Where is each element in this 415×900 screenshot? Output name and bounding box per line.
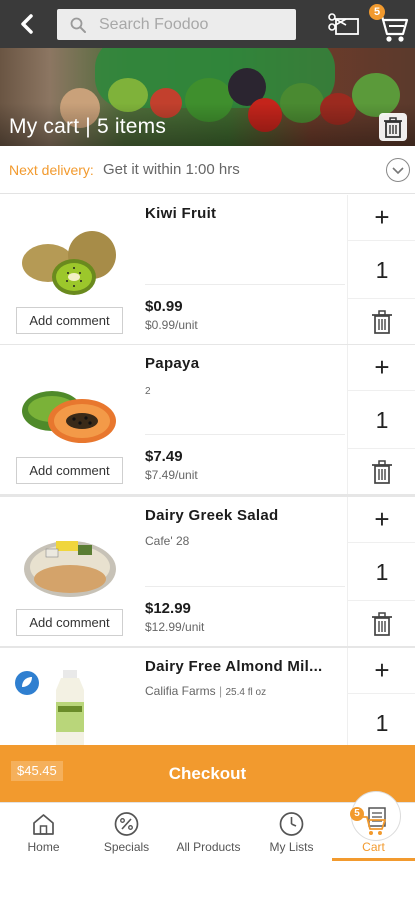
item-subtitle: Califia Farms | 25.4 fl oz bbox=[145, 684, 266, 698]
nav-cart[interactable]: 5 Cart bbox=[332, 803, 415, 861]
cart-hero-banner: My cart | 5 items bbox=[0, 48, 415, 146]
item-name: Dairy Free Almond Mil... bbox=[145, 658, 323, 675]
delivery-value: Get it within 1:00 hrs bbox=[103, 161, 240, 178]
nav-specials[interactable]: Specials bbox=[85, 803, 168, 861]
quantity-stepper: + 1 bbox=[347, 497, 415, 646]
item-quantity: 1 bbox=[348, 694, 415, 752]
increase-quantity-button[interactable]: + bbox=[348, 497, 415, 543]
nav-my-lists[interactable]: My Lists bbox=[250, 803, 333, 861]
item-unit-price: $0.99/unit bbox=[145, 318, 198, 332]
remove-item-trash-icon[interactable] bbox=[370, 611, 394, 637]
quantity-stepper: + 1 bbox=[347, 195, 415, 344]
nav-my-lists-label: My Lists bbox=[269, 840, 314, 854]
greek-salad-image bbox=[18, 529, 122, 601]
item-size: 25.4 fl oz bbox=[225, 687, 267, 698]
cart-item: Add comment Dairy Greek Salad Cafe' 28 $… bbox=[0, 497, 415, 649]
home-icon bbox=[30, 811, 57, 837]
kiwi-fruit-image bbox=[18, 227, 122, 299]
increase-quantity-button[interactable]: + bbox=[348, 195, 415, 241]
increase-quantity-button[interactable]: + bbox=[348, 345, 415, 391]
nav-home-label: Home bbox=[27, 840, 60, 854]
cart-total: $45.45 bbox=[11, 761, 63, 781]
delivery-row[interactable]: Next delivery: Get it within 1:00 hrs bbox=[0, 146, 415, 194]
cart-item: Add comment Kiwi Fruit $0.99 $0.99/unit … bbox=[0, 195, 415, 347]
search-bar[interactable] bbox=[57, 9, 296, 40]
clear-cart-button[interactable] bbox=[379, 113, 407, 141]
quantity-stepper: + 1 bbox=[347, 648, 415, 752]
cart-count-badge: 5 bbox=[369, 4, 385, 20]
checkout-bar[interactable]: Checkout $45.45 bbox=[0, 745, 415, 802]
item-name: Papaya bbox=[145, 355, 200, 372]
item-price: $7.49 bbox=[145, 448, 183, 465]
cart-item: Dairy Free Almond Mil... Califia Farms |… bbox=[0, 648, 415, 752]
coupon-scissors-icon[interactable] bbox=[327, 10, 361, 38]
trash-icon bbox=[384, 117, 402, 138]
top-bar: 5 bbox=[0, 0, 415, 48]
clock-list-icon bbox=[278, 811, 305, 837]
cart-item: Add comment Papaya 2 $7.49 $7.49/unit + … bbox=[0, 345, 415, 497]
almond-milk-bottle-image bbox=[48, 668, 92, 748]
quantity-stepper: + 1 bbox=[347, 345, 415, 494]
header-cart-button[interactable]: 5 bbox=[369, 4, 411, 44]
remove-item-trash-icon[interactable] bbox=[370, 459, 394, 485]
bottom-nav: Home Specials All Products My Lists 5 Ca… bbox=[0, 791, 415, 862]
search-input[interactable] bbox=[99, 13, 289, 36]
item-brand: Califia Farms bbox=[145, 684, 216, 698]
nav-cart-label: Cart bbox=[362, 840, 385, 854]
item-subtitle: 2 bbox=[145, 383, 151, 397]
item-quantity: 1 bbox=[348, 391, 415, 449]
item-price: $0.99 bbox=[145, 298, 183, 315]
nav-specials-label: Specials bbox=[103, 840, 150, 854]
add-comment-button[interactable]: Add comment bbox=[16, 457, 123, 484]
remove-item-trash-icon[interactable] bbox=[370, 309, 394, 335]
item-size: 2 bbox=[145, 386, 151, 397]
add-comment-button[interactable]: Add comment bbox=[16, 609, 123, 636]
chevron-down-icon[interactable] bbox=[386, 158, 410, 182]
search-icon bbox=[69, 16, 87, 34]
add-comment-button[interactable]: Add comment bbox=[16, 307, 123, 334]
papaya-image bbox=[18, 377, 122, 449]
back-arrow-icon[interactable] bbox=[14, 10, 42, 38]
item-price: $12.99 bbox=[145, 600, 191, 617]
delivery-label: Next delivery: bbox=[9, 162, 94, 178]
item-quantity: 1 bbox=[348, 543, 415, 601]
increase-quantity-button[interactable]: + bbox=[348, 648, 415, 694]
cart-icon bbox=[360, 811, 387, 837]
nav-all-products[interactable]: All Products bbox=[167, 791, 401, 861]
nav-home[interactable]: Home bbox=[2, 803, 85, 861]
cart-title: My cart | 5 items bbox=[9, 115, 167, 138]
item-name: Dairy Greek Salad bbox=[145, 507, 279, 524]
nav-all-products-label: All Products bbox=[176, 840, 241, 854]
item-quantity: 1 bbox=[348, 241, 415, 299]
nav-cart-badge: 5 bbox=[350, 807, 364, 821]
item-name: Kiwi Fruit bbox=[145, 205, 217, 222]
percent-badge-icon bbox=[113, 811, 140, 837]
item-unit-price: $12.99/unit bbox=[145, 620, 205, 634]
vegan-leaf-icon bbox=[15, 671, 39, 695]
item-unit-price: $7.49/unit bbox=[145, 468, 198, 482]
item-brand: Cafe' 28 bbox=[145, 534, 190, 548]
